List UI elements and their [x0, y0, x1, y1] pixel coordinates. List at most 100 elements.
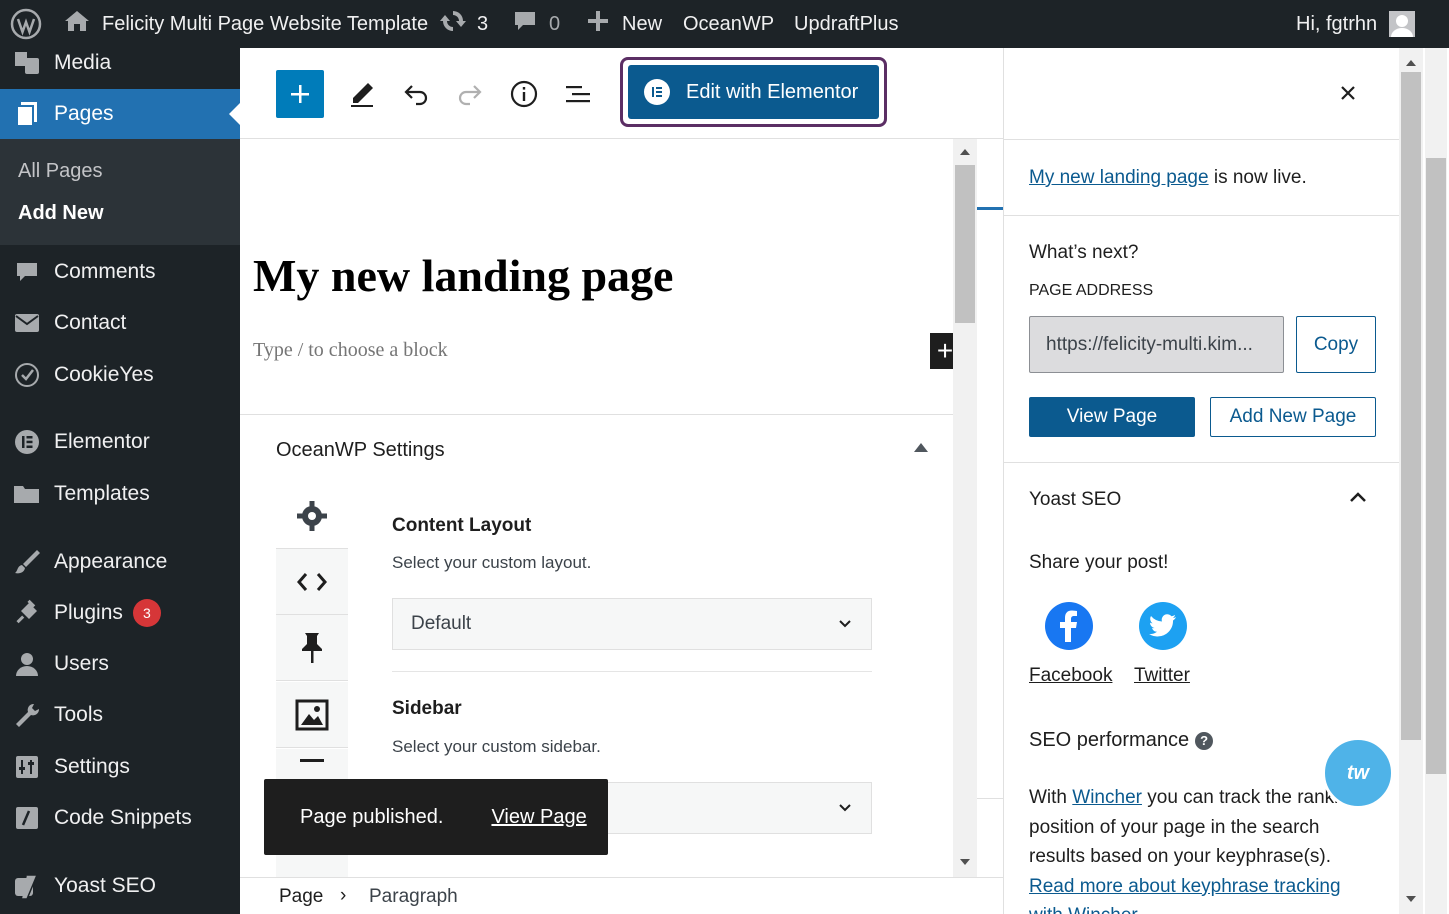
read-more-link-2[interactable]: with Wincher [1029, 901, 1399, 914]
comments-link[interactable]: 0 [513, 0, 560, 48]
tab-pin[interactable] [276, 615, 348, 681]
view-page-button[interactable]: View Page [1029, 397, 1195, 437]
facebook-icon[interactable] [1045, 602, 1093, 650]
page-address-input[interactable]: https://felicity-multi.kim... [1029, 316, 1284, 373]
editor-toolbar: Edit with Elementor [240, 48, 1003, 139]
updates-link[interactable]: 3 [440, 0, 488, 48]
pages-icon [0, 101, 54, 127]
tab-code[interactable] [276, 549, 348, 615]
canvas-scroll-thumb[interactable] [955, 165, 975, 323]
sidebar-label: Sidebar [392, 698, 462, 719]
breadcrumb-page[interactable]: Page [279, 886, 323, 908]
content-layout-select[interactable]: Default [392, 598, 872, 650]
read-more-link[interactable]: Read more about keyphrase tracking [1029, 872, 1399, 902]
page-title[interactable]: My new landing page [253, 249, 673, 302]
sidebar-item-appearance[interactable]: Appearance [0, 537, 240, 587]
facebook-link[interactable]: Facebook [1029, 665, 1112, 687]
canvas-scrollbar[interactable] [953, 139, 977, 877]
scroll-up-arrow-icon [1406, 60, 1416, 66]
sidebar-item-media[interactable]: Media [0, 38, 240, 88]
greeting: Hi, fgtrhn [1296, 12, 1378, 35]
undo-button[interactable] [392, 70, 440, 118]
snackbar-view-page-link[interactable]: View Page [491, 806, 586, 829]
breadcrumb-paragraph[interactable]: Paragraph [369, 886, 458, 908]
tools-pencil-button[interactable] [338, 70, 386, 118]
sidebar-item-comments[interactable]: Comments [0, 247, 240, 297]
window-scrollbar-area [1399, 48, 1449, 914]
chevron-up-icon[interactable] [1349, 491, 1367, 503]
sidebar-item-code-snippets[interactable]: Code Snippets [0, 793, 240, 843]
edit-with-elementor-button[interactable]: Edit with Elementor [628, 65, 879, 119]
home-icon [64, 9, 90, 39]
sidebar-item-label: Yoast SEO [54, 874, 156, 897]
collapse-arrow-icon[interactable] [914, 443, 928, 452]
sidebar-item-yoast[interactable]: Yoast SEO [0, 861, 240, 911]
live-page-link[interactable]: My new landing page [1029, 167, 1209, 188]
canvas-divider [977, 798, 1003, 799]
twitter-link[interactable]: Twitter [1134, 665, 1190, 687]
media-icon [0, 50, 54, 76]
sidebar-item-label: Appearance [54, 550, 168, 573]
close-icon[interactable] [1340, 85, 1356, 101]
panel-separator [1004, 139, 1399, 140]
envelope-icon [0, 313, 54, 333]
updraftplus-link[interactable]: UpdraftPlus [794, 0, 899, 48]
sidebar-item-plugins[interactable]: Plugins 3 [0, 588, 240, 638]
live-suffix: is now live. [1213, 167, 1307, 188]
editor-canvas: My new landing page Type / to choose a b… [240, 139, 953, 877]
copy-button[interactable]: Copy [1296, 316, 1376, 373]
submenu-all-pages[interactable]: All Pages [18, 160, 103, 183]
sidebar-item-label: Plugins [54, 601, 123, 624]
add-block-button[interactable] [276, 70, 324, 118]
sidebar-item-users[interactable]: Users [0, 639, 240, 689]
sidebar-item-label: Pages [54, 102, 114, 125]
submenu-add-new[interactable]: Add New [18, 202, 104, 225]
panel-scroll-thumb[interactable] [1401, 72, 1421, 740]
sidebar-item-label: Tools [54, 703, 104, 726]
elementor-icon [644, 79, 670, 105]
wincher-line3: results based on your keyphrase(s). [1029, 846, 1332, 867]
help-icon[interactable]: ? [1195, 731, 1214, 750]
sidebar-item-cookieyes[interactable]: CookieYes [0, 350, 240, 400]
avatar [1389, 11, 1416, 37]
sidebar-item-label: Settings [54, 755, 130, 778]
sidebar-item-label: Templates [54, 482, 150, 505]
sidebar-item-elementor[interactable]: Elementor [0, 417, 240, 467]
sidebar-item-label: CookieYes [54, 363, 154, 386]
scroll-down-arrow-icon [960, 859, 970, 865]
sidebar-item-templates[interactable]: Templates [0, 469, 240, 519]
oceanwp-link[interactable]: OceanWP [683, 0, 774, 48]
sidebar-item-tools[interactable]: Tools [0, 690, 240, 740]
page-scroll-thumb[interactable] [1426, 158, 1446, 774]
scroll-down-arrow-icon [1406, 896, 1416, 902]
redo-button[interactable] [446, 70, 494, 118]
tab-image[interactable] [276, 682, 348, 748]
yoast-panel-title[interactable]: Yoast SEO [1029, 489, 1121, 511]
page-address-label: PAGE ADDRESS [1029, 282, 1154, 299]
panel-scrollbar[interactable] [1399, 48, 1423, 914]
sidebar-item-label: Comments [54, 260, 156, 283]
elementor-icon [0, 429, 54, 455]
panel-separator [1004, 462, 1399, 463]
field-divider [392, 671, 872, 672]
sidebar-item-contact[interactable]: Contact [0, 298, 240, 348]
yoast-icon [0, 872, 54, 900]
wincher-link[interactable]: Wincher [1072, 787, 1142, 808]
sidebar-item-settings[interactable]: Settings [0, 742, 240, 792]
block-placeholder[interactable]: Type / to choose a block [253, 339, 448, 362]
twitter-icon[interactable] [1139, 602, 1187, 650]
wincher-chat-bubble[interactable]: tw [1322, 737, 1394, 809]
list-view-button[interactable] [554, 70, 602, 118]
new-content-link[interactable]: New [586, 0, 662, 48]
account-link[interactable]: Hi, fgtrhn [1296, 0, 1416, 48]
snackbar-notice: Page published. View Page [264, 779, 608, 855]
live-notice: My new landing page is now live. [1029, 167, 1307, 189]
details-button[interactable] [500, 70, 548, 118]
sidebar-item-label: Media [54, 51, 112, 74]
add-new-page-button[interactable]: Add New Page [1210, 397, 1376, 437]
tab-main-settings[interactable] [276, 483, 348, 549]
inline-inserter-button[interactable]: + [930, 333, 953, 369]
page-scrollbar[interactable] [1425, 48, 1447, 914]
plugins-update-badge: 3 [132, 599, 161, 627]
sidebar-item-pages[interactable]: Pages [0, 89, 240, 139]
